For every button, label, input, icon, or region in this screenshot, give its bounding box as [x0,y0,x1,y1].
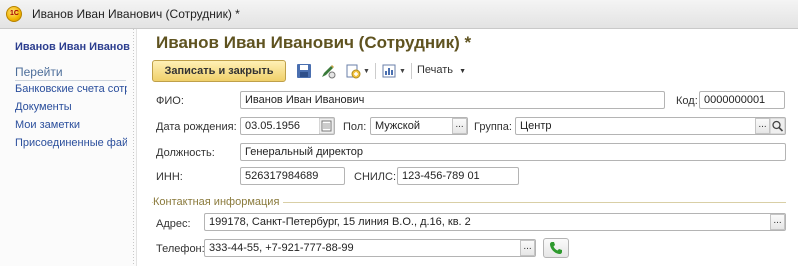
code-label: Код: [676,95,698,107]
fio-label: ФИО: [156,95,184,107]
code-field[interactable]: 0000000001 [699,91,785,109]
app-logo-icon: 1С [6,6,22,22]
toolbar-separator [411,63,412,79]
gender-label: Пол: [343,121,367,133]
phone-icon [550,242,562,254]
chevron-down-icon: ▼ [459,68,467,75]
inn-field[interactable]: 526317984689 [240,167,345,185]
chevron-down-icon[interactable]: ▼ [363,68,370,75]
print-menu[interactable]: Печать ▼ [417,64,466,76]
phone-field[interactable]: 333-44-55, +7-921-777-88-99 [204,239,536,257]
nav-section-title: Перейти [15,65,126,81]
fio-field[interactable]: Иванов Иван Иванович [240,91,665,109]
calendar-icon[interactable] [319,118,334,134]
contact-group-title: Контактная информация [153,196,284,208]
inn-label: ИНН: [156,171,183,183]
save-icon[interactable] [296,63,312,79]
create-based-on-icon[interactable] [345,63,361,79]
gender-select-button[interactable]: ... [452,118,467,134]
address-select-button[interactable]: ... [770,214,785,230]
address-field[interactable]: 199178, Санкт-Петербург, 15 линия В.О., … [204,213,786,231]
call-button[interactable] [543,238,569,258]
navigation-panel: Иванов Иван Иванович (Сотрудник) Перейти… [0,29,137,266]
phone-select-button[interactable]: ... [520,240,535,256]
snils-label: СНИЛС: [354,171,397,183]
search-icon[interactable] [770,118,785,134]
reports-icon[interactable] [381,63,397,79]
group-field[interactable]: Центр [515,117,786,135]
address-label: Адрес: [156,218,191,230]
snils-field[interactable]: 123-456-789 01 [397,167,519,185]
group-select-button[interactable]: ... [755,118,770,134]
toolbar-separator [375,63,376,79]
position-field[interactable]: Генеральный директор [240,143,786,161]
window-title-bar: 1С Иванов Иван Иванович (Сотрудник) * [0,0,798,29]
window-title: Иванов Иван Иванович (Сотрудник) * [32,7,240,21]
save-and-close-button[interactable]: Записать и закрыть [152,60,286,82]
post-edit-icon[interactable] [320,63,336,79]
nav-item-notes[interactable]: Мои заметки [15,119,127,131]
panel-splitter[interactable] [133,29,134,266]
nav-item-attached-files[interactable]: Присоединенные файлы [15,137,127,149]
nav-item-bank-accounts[interactable]: Банковские счета сотрудника [15,83,127,95]
chevron-down-icon[interactable]: ▼ [399,68,406,75]
group-label: Группа: [474,121,512,133]
position-label: Должность: [156,147,215,159]
print-menu-label: Печать [417,64,454,76]
phone-label: Телефон: [156,243,205,255]
birth-date-label: Дата рождения: [156,121,237,133]
form-title: Иванов Иван Иванович (Сотрудник) * [156,33,472,52]
nav-header: Иванов Иван Иванович (Сотрудник) [15,41,130,53]
nav-item-documents[interactable]: Документы [15,101,127,113]
